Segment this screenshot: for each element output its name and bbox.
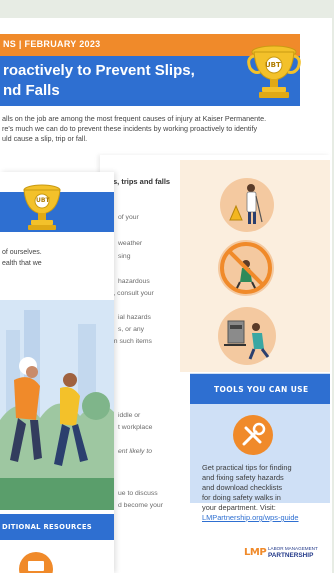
lmp-logo-letters: LMP: [244, 547, 267, 558]
tools-icon: [233, 415, 273, 455]
runners-illustration: [0, 300, 114, 510]
trophy-label: UBT: [265, 61, 281, 69]
left-body-line: of ourselves.: [2, 249, 42, 256]
lmp-logo-line-2: PARTNERSHIP: [268, 552, 314, 559]
prohibited-hazard-icon: [218, 240, 274, 296]
series-date: NS | FEBRUARY 2023: [3, 39, 101, 49]
left-body-line: ealth that we: [2, 260, 42, 267]
wet-floor-worker-icon: [220, 178, 274, 232]
tools-body-line: and download checklists: [202, 483, 283, 492]
tools-body-line: for doing safety walks in: [202, 493, 281, 502]
tools-body-line: and fixing safety hazards: [202, 473, 284, 482]
left-trophy-icon: [23, 184, 61, 230]
resources-banner: DITIONAL RESOURCES: [0, 514, 114, 540]
lmp-logo-line-1: LABOR MANAGEMENT: [268, 546, 318, 551]
middle-line: en such items: [110, 338, 152, 345]
middle-line: s, consult your: [110, 290, 154, 297]
trophy-icon: [247, 45, 301, 98]
middle-line: sing: [118, 253, 131, 260]
left-trophy-label: UBT: [36, 197, 50, 204]
tools-body-line: Get practical tips for finding: [202, 463, 292, 472]
middle-line: ent likely to: [118, 448, 153, 455]
middle-line: s, or any: [118, 326, 145, 333]
headline-line-2: nd Falls: [3, 82, 60, 99]
middle-line: ial hazards: [118, 314, 151, 321]
middle-line: iddle or: [118, 412, 141, 419]
intro-line-3: uld cause a slip, trip or fall.: [2, 134, 88, 143]
middle-line: ue to discuss: [118, 490, 158, 497]
tools-body-line: your department. Visit:: [202, 503, 276, 512]
intro-line-1: alls on the job are among the most frequ…: [2, 114, 267, 123]
lmp-logo: LMP LABOR MANAGEMENT PARTNERSHIP: [244, 546, 330, 562]
tools-header: TOOLS YOU CAN USE: [190, 374, 330, 404]
headline-line-1: roactively to Prevent Slips,: [3, 62, 195, 79]
middle-heading: s, trips and falls: [113, 177, 171, 186]
middle-line: d become your: [118, 502, 163, 509]
resources-heading: DITIONAL RESOURCES: [2, 523, 92, 531]
resources-icon: [19, 552, 53, 573]
middle-line: of your: [118, 214, 139, 221]
intro-line-2: re's much we can do to prevent these inc…: [2, 124, 258, 133]
middle-line: weather: [118, 240, 143, 247]
machine-worker-icon: [218, 307, 276, 365]
middle-line: t workplace: [118, 424, 153, 431]
tools-link[interactable]: LMPartnership.org/wps-guide: [202, 513, 299, 522]
tools-heading: TOOLS YOU CAN USE: [214, 385, 309, 394]
document-scene: NS | FEBRUARY 2023 roactively to Prevent…: [0, 0, 334, 573]
middle-line: hazardous: [118, 278, 150, 285]
